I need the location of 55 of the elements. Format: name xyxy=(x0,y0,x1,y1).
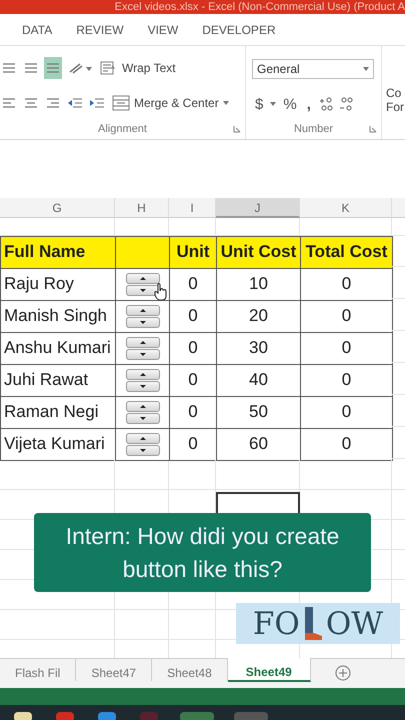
ribbon-tab[interactable]: DATA xyxy=(10,18,64,40)
column-heading: Full Name xyxy=(0,236,116,269)
column-header[interactable]: G xyxy=(0,198,115,218)
window-title: Excel videos.xlsx - Excel (Non-Commercial Use) (Product A xyxy=(114,0,405,14)
table-cell: Vijeta Kumari xyxy=(0,428,116,461)
wrap-text-icon xyxy=(100,60,118,75)
up-arrow-icon xyxy=(140,341,146,344)
up-arrow-icon xyxy=(140,437,146,440)
bottom-align-icon[interactable] xyxy=(44,56,62,79)
sheet-tab[interactable]: Sheet49 xyxy=(228,658,311,682)
down-arrow-icon xyxy=(140,321,146,324)
comma-button[interactable]: , xyxy=(304,96,314,112)
caret-icon xyxy=(363,66,369,70)
add-sheet-icon[interactable] xyxy=(334,665,351,681)
up-arrow-icon xyxy=(140,405,146,408)
column-header[interactable]: I xyxy=(169,198,216,218)
caption-toast: Intern: How didi you create button like this? xyxy=(34,513,371,592)
number-format-dropdown[interactable]: General xyxy=(252,58,374,78)
increase-decimal-icon[interactable] xyxy=(318,96,334,112)
merge-center-button[interactable]: Merge & Center xyxy=(110,93,231,114)
up-arrow-icon xyxy=(140,277,146,280)
sheet-tab[interactable]: Sheet47 xyxy=(76,659,152,681)
dialog-launcher-icon[interactable] xyxy=(369,125,377,133)
ribbon-tab[interactable]: REVIEW xyxy=(64,18,136,40)
ribbon-tab[interactable]: DEVELOPER xyxy=(190,18,288,40)
column-header[interactable]: J xyxy=(216,198,300,218)
decrease-decimal-icon[interactable] xyxy=(338,96,354,112)
column-heading: Unit Cost xyxy=(216,236,301,269)
merge-cells-icon xyxy=(112,95,130,112)
wrap-text-button[interactable]: Wrap Text xyxy=(98,58,178,77)
caret-icon xyxy=(222,101,229,106)
dialog-launcher-icon[interactable] xyxy=(233,125,241,133)
ribbon-label: Co xyxy=(386,86,402,100)
table-cell: 0 xyxy=(300,428,393,461)
column-heading: Unit xyxy=(169,236,217,269)
column-header[interactable]: K xyxy=(300,198,392,218)
up-arrow-icon xyxy=(140,309,146,312)
sticker-text: OW xyxy=(326,606,384,642)
down-arrow-icon xyxy=(140,449,146,452)
sheet-tab[interactable]: Flash Fil xyxy=(0,659,76,681)
sticker-text: FO xyxy=(252,606,300,642)
down-arrow-icon xyxy=(140,385,146,388)
ribbon-tab[interactable]: VIEW xyxy=(136,18,190,40)
down-arrow-icon xyxy=(140,353,146,356)
percent-button[interactable]: % xyxy=(280,96,300,112)
column-heading: Total Cost xyxy=(300,236,393,269)
down-arrow-icon xyxy=(140,417,146,420)
group-label: Number xyxy=(294,123,334,135)
down-arrow-icon xyxy=(140,289,146,292)
ribbon-label: For xyxy=(386,100,404,114)
column-header[interactable]: H xyxy=(115,198,169,218)
group-label: Alignment xyxy=(98,123,147,135)
caret-icon xyxy=(270,102,276,106)
up-arrow-icon xyxy=(140,373,146,376)
currency-button[interactable]: $ xyxy=(252,96,266,112)
